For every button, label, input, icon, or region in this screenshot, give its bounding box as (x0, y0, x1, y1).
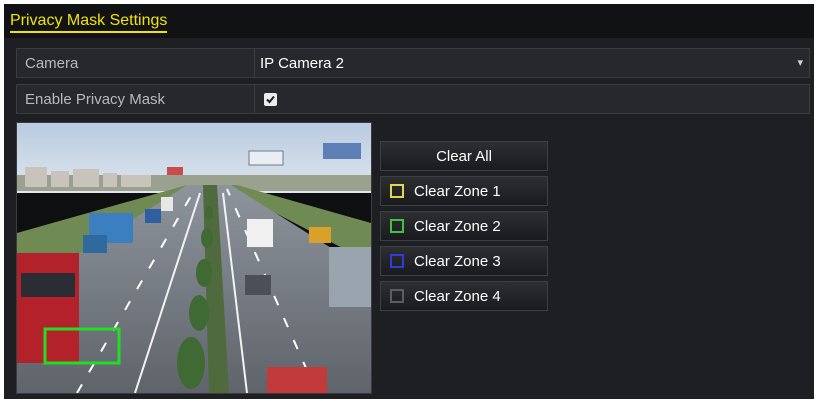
enable-privacy-mask-row: Enable Privacy Mask (16, 84, 810, 114)
camera-value: IP Camera 2 (260, 55, 344, 72)
checkmark-icon (266, 95, 275, 104)
camera-select[interactable]: Camera IP Camera 2 ▾ (16, 48, 810, 78)
clear-all-button[interactable]: Clear All (380, 141, 548, 171)
highway-video-frame (17, 123, 371, 394)
row-divider (254, 49, 255, 77)
clear-all-label: Clear All (436, 148, 492, 165)
clear-zone-4-button[interactable]: Clear Zone 4 (380, 281, 548, 311)
camera-label: Camera (25, 55, 79, 72)
enable-privacy-mask-checkbox[interactable] (264, 93, 277, 106)
chevron-down-icon[interactable]: ▾ (797, 56, 803, 69)
clear-zone-1-button[interactable]: Clear Zone 1 (380, 176, 548, 206)
clear-zone-3-button[interactable]: Clear Zone 3 (380, 246, 548, 276)
page-title: Privacy Mask Settings (10, 12, 168, 33)
privacy-mask-panel: Privacy Mask Settings Camera IP Camera 2… (4, 4, 814, 399)
clear-zone-1-label: Clear Zone 1 (414, 183, 501, 200)
clear-zone-4-label: Clear Zone 4 (414, 288, 501, 305)
clear-zone-2-label: Clear Zone 2 (414, 218, 501, 235)
enable-privacy-mask-label: Enable Privacy Mask (25, 91, 166, 108)
clear-zone-2-button[interactable]: Clear Zone 2 (380, 211, 548, 241)
camera-preview[interactable] (16, 122, 372, 394)
row-divider (254, 85, 255, 113)
zone-1-swatch-icon (390, 184, 404, 198)
zone-4-swatch-icon (390, 289, 404, 303)
zone-3-swatch-icon (390, 254, 404, 268)
zone-2-swatch-icon (390, 219, 404, 233)
title-bar: Privacy Mask Settings (4, 4, 814, 38)
clear-zone-3-label: Clear Zone 3 (414, 253, 501, 270)
